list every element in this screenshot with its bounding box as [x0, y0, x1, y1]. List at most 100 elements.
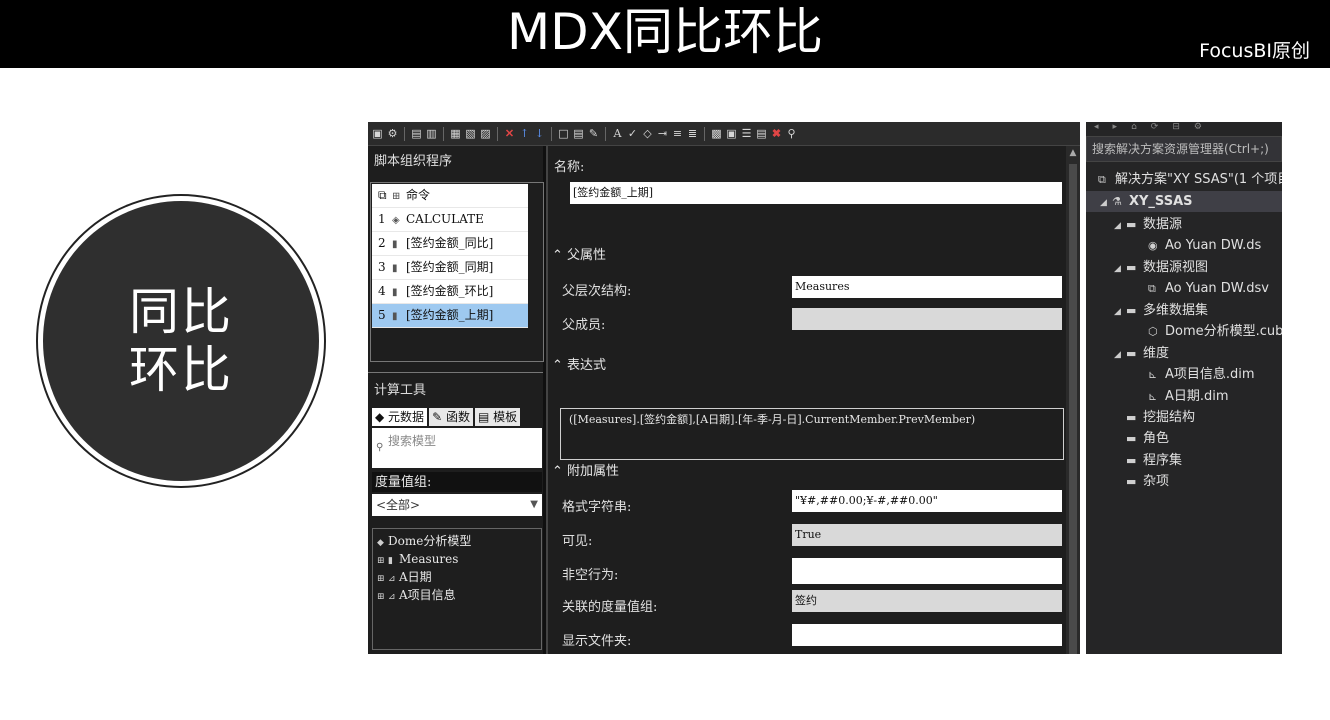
search-icon: ⚲ [376, 442, 384, 453]
tree-node-data-sources[interactable]: ◢ ▬ 数据源 [1114, 214, 1182, 235]
form-icon[interactable]: □ [557, 127, 570, 140]
tab-functions-label: 函数 [445, 410, 470, 424]
tree-node-cubes[interactable]: ◢ ▬ 多维数据集 [1114, 300, 1208, 321]
new-member-icon[interactable]: ▤ [410, 127, 423, 140]
tree-node-dimensions[interactable]: ◢ ▬ 维度 [1114, 343, 1169, 364]
format-string-field[interactable]: "¥#,##0.00;¥-#,##0.00" [792, 490, 1062, 512]
find-icon[interactable]: ⚲ [785, 127, 798, 140]
script-item[interactable]: 4 ▮ [签约金额_环比] [372, 280, 528, 304]
tree-item-project-dim[interactable]: ⊞ ⊿ A项目信息 [377, 587, 537, 605]
delete-icon[interactable]: ✕ [503, 127, 516, 140]
move-up-icon[interactable]: ↑ [518, 127, 531, 140]
measure-group-select[interactable]: <全部> ▼ [372, 494, 542, 516]
form-view-icon[interactable]: ▨ [479, 127, 492, 140]
tree-node-misc[interactable]: ▬ 杂项 [1126, 471, 1169, 492]
script-item[interactable]: 1 ◈ CALCULATE [372, 208, 528, 232]
tree-node-dsv-file[interactable]: ⧉ Ao Yuan DW.dsv [1148, 278, 1269, 299]
process-icon[interactable]: ▣ [371, 127, 384, 140]
forward-icon[interactable]: ▸ [1113, 122, 1118, 134]
script-item[interactable]: 2 ▮ [签约金额_同比] [372, 232, 528, 256]
badge-line-2: 环比 [129, 341, 233, 399]
extra-section-label: 附加属性 [567, 464, 620, 479]
scrollbar-thumb[interactable] [1069, 164, 1077, 654]
database-icon: ◉ [1148, 239, 1158, 252]
project-icon: ⚗ [1112, 195, 1122, 208]
template-icon[interactable]: ▤ [755, 127, 768, 140]
tree-item-measures[interactable]: ⊞ ▮ Measures [377, 551, 537, 569]
project-node[interactable]: ◢ ⚗ XY_SSAS [1086, 191, 1282, 212]
parent-hierarchy-field[interactable]: Measures [792, 276, 1062, 298]
script-item-label: [签约金额_同比] [406, 236, 494, 250]
script-item-selected[interactable]: 5 ▮ [签约金额_上期] [372, 304, 528, 328]
move-down-icon[interactable]: ↓ [533, 127, 546, 140]
tree-node-assemblies[interactable]: ▬ 程序集 [1126, 450, 1182, 471]
tree-node-ds-file[interactable]: ◉ Ao Yuan DW.ds [1148, 235, 1261, 256]
font-icon[interactable]: A [611, 127, 624, 140]
calculation-editor: ▣ ⚙ ▤ ▥ ▦ ▧ ▨ ✕ ↑ ↓ □ ▤ ✎ A ✓ ◇ ⇥ ≡ ≣ ▩ … [368, 122, 1080, 654]
check-syntax-icon[interactable]: ✓ [626, 127, 639, 140]
associated-measure-group-field[interactable]: 签约 [792, 590, 1062, 612]
tree-node-label: 维度 [1143, 346, 1170, 361]
window-icon[interactable]: ▣ [725, 127, 738, 140]
tree-node-roles[interactable]: ▬ 角色 [1126, 428, 1169, 449]
outdent-icon[interactable]: ≣ [686, 127, 699, 140]
tree-item-cube[interactable]: ◆ Dome分析模型 [377, 533, 537, 551]
new-set-icon[interactable]: ▥ [425, 127, 438, 140]
script-command-icon[interactable]: ▦ [449, 127, 462, 140]
tree-node-dim-project[interactable]: ⊾ A项目信息.dim [1148, 364, 1255, 385]
deploy-icon[interactable]: ⚙ [386, 127, 399, 140]
properties-icon[interactable]: ⚙ [1194, 122, 1202, 134]
back-icon[interactable]: ◂ [1094, 122, 1099, 134]
debug-icon[interactable]: ▩ [710, 127, 723, 140]
home-icon[interactable]: ⌂ [1131, 122, 1137, 134]
tree-item-label: A日期 [399, 570, 432, 584]
vertical-scrollbar[interactable]: ▲ [1066, 146, 1080, 654]
sync-icon[interactable]: ⟳ [1151, 122, 1159, 134]
name-field[interactable]: [签约金额_上期] [570, 182, 1062, 204]
header-icon: ⧉ [378, 188, 387, 202]
list-icon[interactable]: ☰ [740, 127, 753, 140]
extra-section-header[interactable]: ⌃ 附加属性 [552, 460, 619, 479]
step-icon[interactable]: ⇥ [656, 127, 669, 140]
expression-editor[interactable]: ([Measures].[签约金额],[A日期].[年-季-月-日].Curre… [560, 408, 1064, 460]
breakpoint-icon[interactable]: ◇ [641, 127, 654, 140]
expand-icon: ⊞ [377, 574, 385, 584]
script-view-icon[interactable]: ▧ [464, 127, 477, 140]
tab-metadata[interactable]: ◆ 元数据 [372, 408, 428, 426]
expression-section-header[interactable]: ⌃ 表达式 [552, 354, 606, 373]
tree-node-dim-date[interactable]: ⊾ A日期.dim [1148, 386, 1229, 407]
non-empty-behavior-field[interactable] [792, 558, 1062, 584]
parent-member-field[interactable] [792, 308, 1062, 330]
dimension-icon: ⊿ [388, 574, 396, 584]
tab-templates-label: 模板 [493, 410, 518, 424]
tree-node-mining[interactable]: ▬ 挖掘结构 [1126, 407, 1195, 428]
tab-functions[interactable]: ✎ 函数 [429, 408, 473, 426]
solution-search-input[interactable]: 搜索解决方案资源管理器(Ctrl+;) [1086, 136, 1282, 162]
dimension-icon: ⊾ [1148, 368, 1158, 381]
folder-icon: ▬ [1126, 261, 1137, 274]
script-icon[interactable]: ▤ [572, 127, 585, 140]
properties-icon[interactable]: ✎ [587, 127, 600, 140]
solution-root[interactable]: ⧉ 解决方案"XY SSAS"(1 个项目) [1098, 169, 1282, 190]
name-label: 名称: [554, 160, 585, 175]
tab-templates[interactable]: ▤ 模板 [474, 408, 521, 426]
search-placeholder: 搜索模型 [388, 434, 437, 448]
measure-group-label: 度量值组: [372, 472, 542, 492]
tree-node-label: 数据源 [1143, 217, 1183, 232]
script-item-label: [签约金额_环比] [406, 284, 494, 298]
scroll-up-icon[interactable]: ▲ [1066, 148, 1080, 158]
tree-item-date-dim[interactable]: ⊞ ⊿ A日期 [377, 569, 537, 587]
visible-field[interactable]: True [792, 524, 1062, 546]
tab-metadata-label: 元数据 [388, 410, 425, 424]
tree-node-cube-file[interactable]: ⬡ Dome分析模型.cube [1148, 321, 1282, 342]
parent-section-header[interactable]: ⌃ 父属性 [552, 244, 606, 263]
indent-icon[interactable]: ≡ [671, 127, 684, 140]
stop-icon[interactable]: ✖ [770, 127, 783, 140]
toolbar-separator [551, 126, 552, 141]
collapse-icon[interactable]: ⊟ [1172, 122, 1180, 134]
format-string-label: 格式字符串: [562, 500, 632, 515]
script-item[interactable]: 3 ▮ [签约金额_同期] [372, 256, 528, 280]
model-search-input[interactable]: ⚲ 搜索模型 [372, 428, 542, 468]
tree-node-dsv[interactable]: ◢ ▬ 数据源视图 [1114, 257, 1208, 278]
display-folder-field[interactable] [792, 624, 1062, 646]
